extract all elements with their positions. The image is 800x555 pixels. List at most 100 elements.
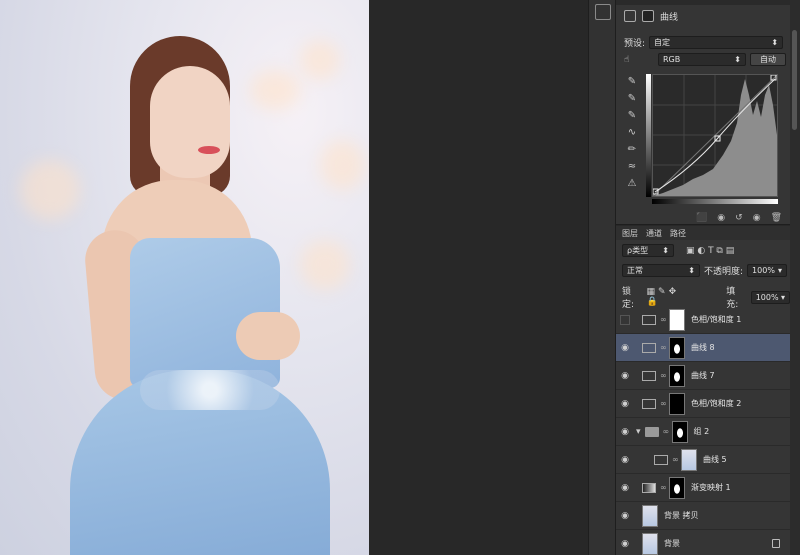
scrollbar-thumb[interactable] — [792, 30, 797, 130]
chevron-down-icon: ⬍ — [771, 38, 779, 47]
eye-icon[interactable]: ◉ — [616, 399, 634, 409]
tab-layers[interactable]: 图层 — [622, 228, 638, 239]
layer-row[interactable]: ◉ ∞ 曲线 8 — [616, 334, 790, 362]
properties-header: 曲线 — [616, 5, 790, 27]
link-icon: ∞ — [660, 399, 667, 408]
curves-icon — [624, 10, 636, 22]
layer-mask[interactable] — [671, 420, 688, 443]
dock-icon-bar — [588, 0, 616, 555]
eye-icon[interactable]: ◉ — [616, 455, 634, 465]
layer-name: 渐变映射 1 — [691, 483, 731, 492]
bokeh-light — [320, 140, 365, 190]
lock-options[interactable]: ▦✎✥🔒 — [647, 287, 693, 307]
preset-label: 预设: — [624, 39, 646, 49]
preset-select[interactable]: 自定 ⬍ — [649, 36, 784, 49]
layer-mask[interactable] — [669, 308, 685, 331]
layer-name: 色相/饱和度 2 — [691, 399, 742, 408]
layer-name: 背景 拷贝 — [664, 511, 699, 520]
mask-icon[interactable] — [642, 10, 654, 22]
output-gradient — [646, 74, 651, 197]
pencil-icon[interactable]: ✏ — [626, 144, 638, 156]
chevron-down-icon: ⬍ — [734, 55, 741, 64]
opacity-input[interactable]: 100% ▾ — [747, 264, 788, 277]
opacity-value: 100% — [752, 266, 775, 275]
properties-title: 曲线 — [660, 12, 679, 23]
expand-triangle-icon[interactable]: ▾ — [636, 427, 641, 437]
target-adjust-icon[interactable]: ☝ — [624, 55, 640, 65]
channel-select[interactable]: RGB ⬍ — [658, 53, 746, 66]
eye-icon[interactable]: ◉ — [616, 511, 634, 521]
eye-icon[interactable]: ◉ — [616, 343, 634, 353]
clipping-warning-icon[interactable]: ⚠ — [626, 178, 638, 190]
layer-row[interactable]: ◉ ∞ 曲线 5 — [616, 446, 790, 474]
layer-name: 曲线 5 — [703, 455, 727, 464]
eye-icon[interactable]: ◉ — [616, 427, 634, 437]
layer-row[interactable]: ◉ 背景 拷贝 — [616, 502, 790, 530]
fill-input[interactable]: 100% ▾ — [750, 290, 790, 304]
properties-panel-icon[interactable] — [595, 4, 611, 20]
bokeh-light — [20, 160, 80, 220]
layer-row[interactable]: ◉ ∞ 曲线 7 — [616, 362, 790, 390]
chevron-down-icon: ▾ — [780, 292, 785, 302]
channel-row: ☝ RGB ⬍ 自动 — [624, 53, 786, 66]
layer-thumbnail — [642, 532, 658, 555]
kind-filter-select[interactable]: ρ类型 ⬍ — [622, 244, 674, 257]
curves-graph[interactable] — [652, 74, 778, 197]
opacity-label: 不透明度: — [704, 267, 744, 277]
layer-mask[interactable] — [669, 336, 685, 359]
tab-paths[interactable]: 路径 — [670, 228, 686, 239]
layer-mask[interactable] — [681, 448, 697, 471]
layer-row[interactable]: ◉ ∞ 渐变映射 1 — [616, 474, 790, 502]
eye-icon[interactable]: ◉ — [616, 371, 634, 381]
curve-point-icon[interactable]: ∿ — [626, 127, 638, 139]
layer-name: 曲线 7 — [691, 371, 715, 380]
layers-panel: 图层 通道 路径 ρ类型 ⬍ ▣ ◐ T ⧉ ▤ 正常 ⬍ 不透明度: 100%… — [616, 226, 790, 555]
layer-thumbnail — [642, 504, 658, 527]
eyedropper-gray-icon[interactable]: ✎ — [626, 93, 638, 105]
view-previous-icon[interactable]: ◉ — [717, 213, 725, 223]
tab-channels[interactable]: 通道 — [646, 228, 662, 239]
reset-icon[interactable]: ↺ — [735, 213, 743, 223]
curve-tools: ✎ ✎ ✎ ∿ ✏ ≈ ⚠ — [626, 76, 640, 195]
layer-list: ∞ 色相/饱和度 1 ◉ ∞ 曲线 8 ◉ ∞ 曲线 7 ◉ ∞ 色相/饱和度 … — [616, 306, 790, 555]
smooth-icon[interactable]: ≈ — [626, 161, 638, 173]
visibility-toggle[interactable] — [620, 314, 630, 325]
eye-icon[interactable]: ◉ — [753, 213, 761, 223]
input-gradient — [652, 199, 778, 204]
clip-to-layer-icon[interactable]: ⬛ — [696, 213, 707, 223]
preset-value: 自定 — [654, 38, 671, 47]
layer-name: 组 2 — [693, 427, 710, 436]
layer-row[interactable]: ∞ 色相/饱和度 1 — [616, 306, 790, 334]
blend-mode-select[interactable]: 正常 ⬍ — [622, 264, 700, 277]
panel-scrollbar[interactable] — [790, 0, 800, 555]
layer-mask[interactable] — [669, 392, 685, 415]
link-icon: ∞ — [660, 343, 667, 352]
fill-value: 100% — [755, 292, 779, 302]
link-icon: ∞ — [660, 371, 667, 380]
layer-mask[interactable] — [669, 476, 685, 499]
link-icon: ∞ — [662, 427, 670, 436]
layer-name: 曲线 8 — [691, 343, 715, 352]
gradient-map-icon — [642, 482, 656, 493]
curve-plot — [652, 74, 778, 197]
link-icon: ∞ — [672, 455, 679, 464]
hue-saturation-icon — [642, 398, 656, 409]
eyedropper-black-icon[interactable]: ✎ — [626, 76, 638, 88]
layer-row[interactable]: ◉ ▾ ∞ 组 2 — [616, 418, 790, 446]
layer-row[interactable]: ◉ 背景 — [616, 530, 790, 555]
eyedropper-white-icon[interactable]: ✎ — [626, 110, 638, 122]
layer-name: 背景 — [664, 539, 680, 548]
curves-icon — [642, 370, 656, 381]
filter-icons[interactable]: ▣ ◐ T ⧉ ▤ — [686, 246, 734, 256]
layer-mask[interactable] — [669, 364, 685, 387]
layers-tabs: 图层 通道 路径 — [616, 226, 790, 240]
layer-row[interactable]: ◉ ∞ 色相/饱和度 2 — [616, 390, 790, 418]
hue-saturation-icon — [642, 314, 656, 325]
eye-icon[interactable]: ◉ — [616, 539, 634, 549]
bokeh-light — [300, 40, 340, 80]
auto-button[interactable]: 自动 — [750, 53, 786, 66]
eye-icon[interactable]: ◉ — [616, 483, 634, 493]
canvas-photo[interactable] — [0, 0, 369, 555]
chevron-down-icon: ⬍ — [688, 266, 695, 275]
trash-icon[interactable]: 🗑 — [771, 213, 782, 223]
